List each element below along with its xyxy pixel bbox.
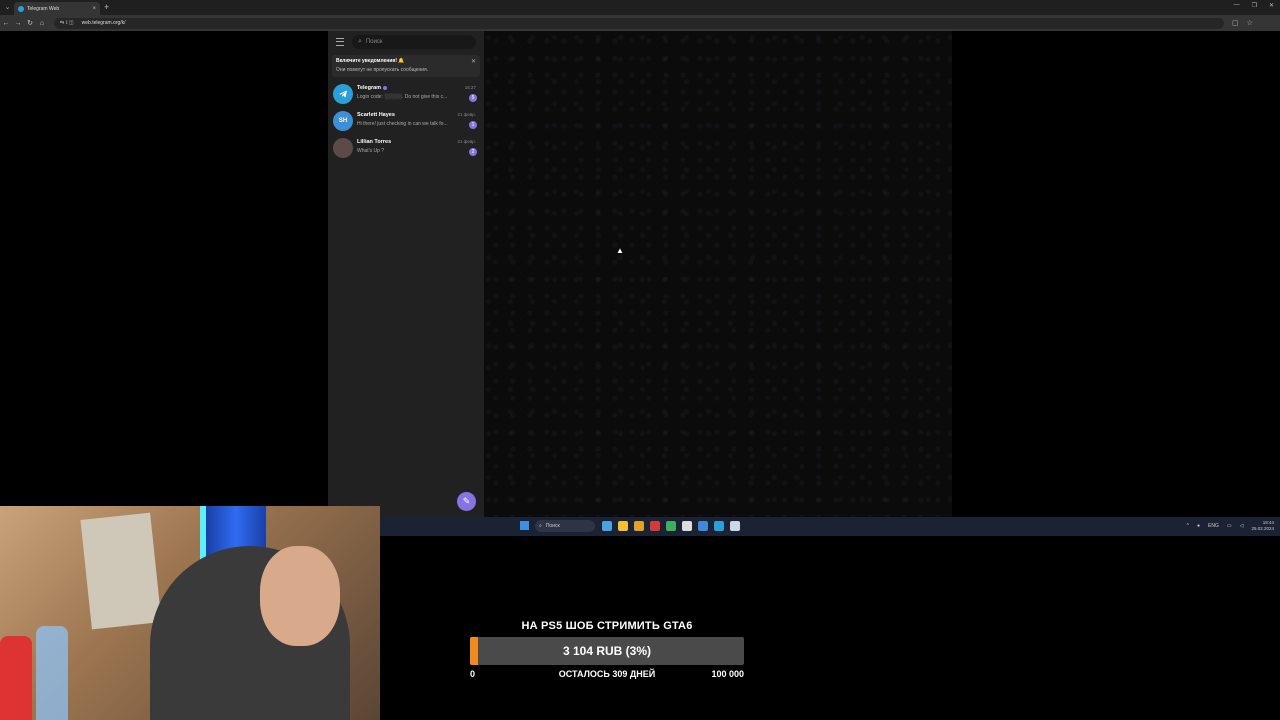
chat-preview: Login code: ░░░░░. Do not give this c...	[357, 94, 448, 100]
system-tray: ^ ● ENG ▭ ◁ 18:44 25.02.2024	[1187, 520, 1274, 532]
verified-icon	[383, 85, 388, 90]
forward-icon[interactable]: →	[12, 20, 24, 27]
window-controls: — ❐ ✕	[1234, 2, 1274, 9]
avatar-photo	[333, 138, 353, 158]
windows-taskbar: ⌕ Поиск ^ ● ENG ▭ ◁ 18:44 25.02.2024	[380, 517, 1280, 536]
telegram-favicon-icon	[18, 5, 24, 12]
notification-banner[interactable]: Включите уведомления! 🔔 Они помогут не п…	[332, 55, 480, 77]
tab-list-icon[interactable]: ⌄	[3, 3, 12, 12]
url-text: web.telegram.org/k/	[81, 20, 126, 26]
search-icon: ⌕	[358, 38, 362, 45]
minimize-icon[interactable]: —	[1234, 2, 1240, 9]
network-icon[interactable]: ▭	[1227, 523, 1232, 529]
notification-subtitle: Они помогут не пропускать сообщения.	[336, 67, 429, 73]
hamburger-menu-icon[interactable]	[336, 38, 344, 46]
chrome-icon[interactable]	[634, 521, 644, 531]
chat-time: 21 февр.	[457, 139, 476, 144]
donation-footer: 0 ОСТАЛОСЬ 309 ДНЕЙ 100 000	[470, 669, 744, 681]
home-icon[interactable]: ⌂	[36, 20, 48, 27]
opera-icon[interactable]	[650, 521, 660, 531]
browser-tab-bar: ⌄ Telegram Web × + — ❐ ✕	[0, 0, 1280, 15]
browser-toolbar: ← → ↻ ⌂ ⇆ 𝕀 ◫ web.telegram.org/k/ ▢ ☆	[0, 15, 1280, 31]
unread-badge: 2	[469, 148, 477, 156]
taskbar-search-label: Поиск	[545, 523, 560, 529]
unread-badge: 1	[469, 121, 477, 129]
clock-date: 25.02.2024	[1251, 526, 1274, 531]
chat-item-scarlett-hayes[interactable]: SH Scarlett Hayes Hi there! just checkin…	[332, 109, 480, 133]
obs-icon[interactable]	[682, 521, 692, 531]
chat-item-lillian-torres[interactable]: Lillian Torres What's Up ? 21 февр. 2	[332, 136, 480, 160]
browser-tab[interactable]: Telegram Web ×	[14, 2, 100, 15]
back-icon[interactable]: ←	[0, 20, 12, 27]
chat-background-pattern	[484, 31, 952, 517]
webcam-bottle	[36, 626, 68, 720]
windows-start-icon[interactable]	[520, 521, 529, 530]
search-icon: ⌕	[539, 523, 542, 529]
chat-preview: What's Up ?	[357, 148, 385, 154]
taskbar-search[interactable]: ⌕ Поиск	[535, 520, 595, 532]
close-window-icon[interactable]: ✕	[1269, 2, 1274, 9]
webcam-person-head	[260, 546, 340, 646]
chat-name: Scarlett Hayes	[357, 112, 395, 118]
chevron-up-icon[interactable]: ^	[1187, 523, 1189, 529]
app-icon[interactable]	[730, 521, 740, 531]
donation-progress-bar: 3 104 RUB (3%)	[470, 637, 744, 665]
close-icon[interactable]: ✕	[471, 58, 476, 65]
tab-title: Telegram Web	[27, 5, 60, 12]
telegram-sidebar: ⌕ Поиск Включите уведомления! 🔔 Они помо…	[328, 31, 484, 517]
donation-amount: 3 104 RUB (3%)	[562, 644, 652, 658]
maximize-icon[interactable]: ❐	[1252, 2, 1257, 9]
chat-name: Lillian Torres	[357, 139, 392, 145]
chat-preview: Hi there! just checking in can we talk f…	[357, 121, 448, 127]
bookmark-star-icon[interactable]: ☆	[1247, 19, 1253, 27]
webcam-overlay	[0, 506, 380, 720]
notification-title: Включите уведомления! 🔔	[336, 58, 405, 64]
donation-remaining: ОСТАЛОСЬ 309 ДНЕЙ	[558, 669, 656, 679]
extensions-icon[interactable]: ▢	[1232, 19, 1239, 27]
mouse-cursor-icon: ▲	[616, 246, 624, 255]
search-input[interactable]: ⌕ Поиск	[352, 35, 476, 49]
donation-title: НА PS5 ШОБ СТРИМИТЬ GTA6	[521, 620, 693, 632]
tab-close-icon[interactable]: ×	[92, 6, 96, 12]
volume-icon[interactable]: ◁	[1240, 523, 1244, 529]
clock[interactable]: 18:44 25.02.2024	[1251, 520, 1274, 532]
chat-time: 21 февр.	[457, 112, 476, 117]
reload-icon[interactable]: ↻	[24, 19, 36, 27]
mic-icon[interactable]: ●	[1197, 523, 1200, 529]
chat-time: 16:27	[464, 85, 476, 90]
file-explorer-icon[interactable]	[618, 521, 628, 531]
address-bar[interactable]: ⇆ 𝕀 ◫ web.telegram.org/k/	[54, 17, 1224, 29]
webcam-bottle	[0, 636, 32, 720]
language-indicator[interactable]: ENG	[1208, 523, 1219, 529]
site-info-icon[interactable]: ⇆ 𝕀 ◫	[60, 20, 74, 26]
webcam-poster	[80, 512, 162, 630]
telegram-avatar-icon	[333, 84, 353, 104]
widgets-icon[interactable]	[602, 521, 612, 531]
donation-max: 100 000	[711, 669, 744, 679]
new-message-pencil-icon[interactable]: ✎	[457, 492, 476, 511]
unread-badge: 5	[469, 94, 477, 102]
new-tab-icon[interactable]: +	[104, 2, 109, 12]
app-icon[interactable]	[666, 521, 676, 531]
donation-goal-widget: НА PS5 ШОБ СТРИМИТЬ GTA6 3 104 RUB (3%) …	[470, 620, 744, 681]
app-icon[interactable]	[698, 521, 708, 531]
telegram-taskbar-icon[interactable]	[714, 521, 724, 531]
chat-name: Telegram	[357, 85, 382, 91]
taskbar-apps	[602, 521, 740, 531]
search-placeholder: Поиск	[365, 39, 383, 45]
avatar: SH	[333, 111, 353, 131]
chat-item-telegram[interactable]: Telegram Login code: ░░░░░. Do not give …	[332, 82, 480, 106]
